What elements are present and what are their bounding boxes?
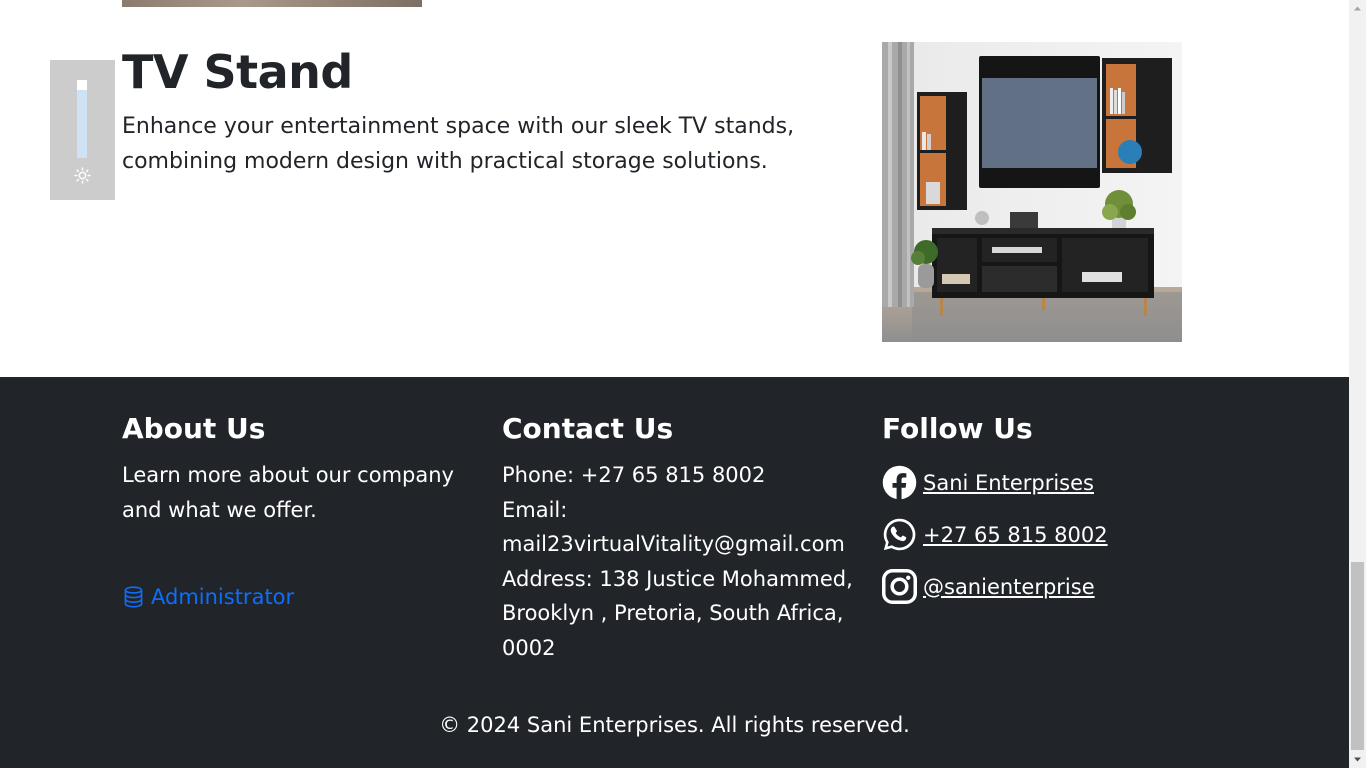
about-text: Learn more about our company and what we… (122, 463, 454, 522)
product-title: TV Stand (122, 45, 353, 99)
whatsapp-icon (883, 518, 916, 551)
sun-icon (74, 167, 91, 184)
database-icon (124, 586, 143, 608)
contact-email-label: Email: (502, 497, 568, 522)
contact-email: mail23virtualVitality@gmail.com (502, 532, 845, 556)
page-scrollbar[interactable] (1349, 0, 1366, 768)
facebook-label: Sani Enterprises (923, 470, 1094, 495)
administrator-label: Administrator (151, 585, 295, 609)
tv-stand-image (882, 42, 1182, 342)
administrator-link[interactable]: Administrator (122, 585, 294, 609)
instagram-icon (882, 569, 917, 604)
scrollbar-thumb[interactable] (1351, 562, 1364, 750)
scroll-down-arrow-icon[interactable] (1349, 751, 1366, 768)
brightness-slider-fill (77, 90, 87, 158)
contact-heading: Contact Us (502, 412, 674, 445)
product-description: Enhance your entertainment space with ou… (122, 114, 795, 174)
instagram-label: @sanienterprise (923, 574, 1095, 599)
facebook-link[interactable]: Sani Enterprises (882, 465, 1094, 500)
whatsapp-label: +27 65 815 8002 (923, 522, 1108, 547)
follow-heading: Follow Us (882, 412, 1033, 445)
facebook-icon (882, 465, 917, 500)
brightness-control[interactable] (50, 60, 115, 200)
about-heading: About Us (122, 412, 266, 445)
copyright-text: © 2024 Sani Enterprises. All rights rese… (439, 713, 910, 737)
tv-stand-photo (882, 42, 1182, 342)
instagram-link[interactable]: @sanienterprise (882, 569, 1095, 604)
contact-address: Address: 138 Justice Mohammed, Brooklyn … (502, 566, 853, 660)
page: TV Stand Enhance your entertainment spac… (0, 0, 1349, 768)
previous-product-image (122, 0, 422, 7)
footer: About Us Learn more about our company an… (0, 377, 1349, 768)
brightness-slider-track[interactable] (77, 80, 87, 158)
contact-phone: Phone: +27 65 815 8002 (502, 463, 766, 487)
whatsapp-link[interactable]: +27 65 815 8002 (882, 517, 1108, 552)
scroll-up-arrow-icon[interactable] (1349, 0, 1366, 17)
